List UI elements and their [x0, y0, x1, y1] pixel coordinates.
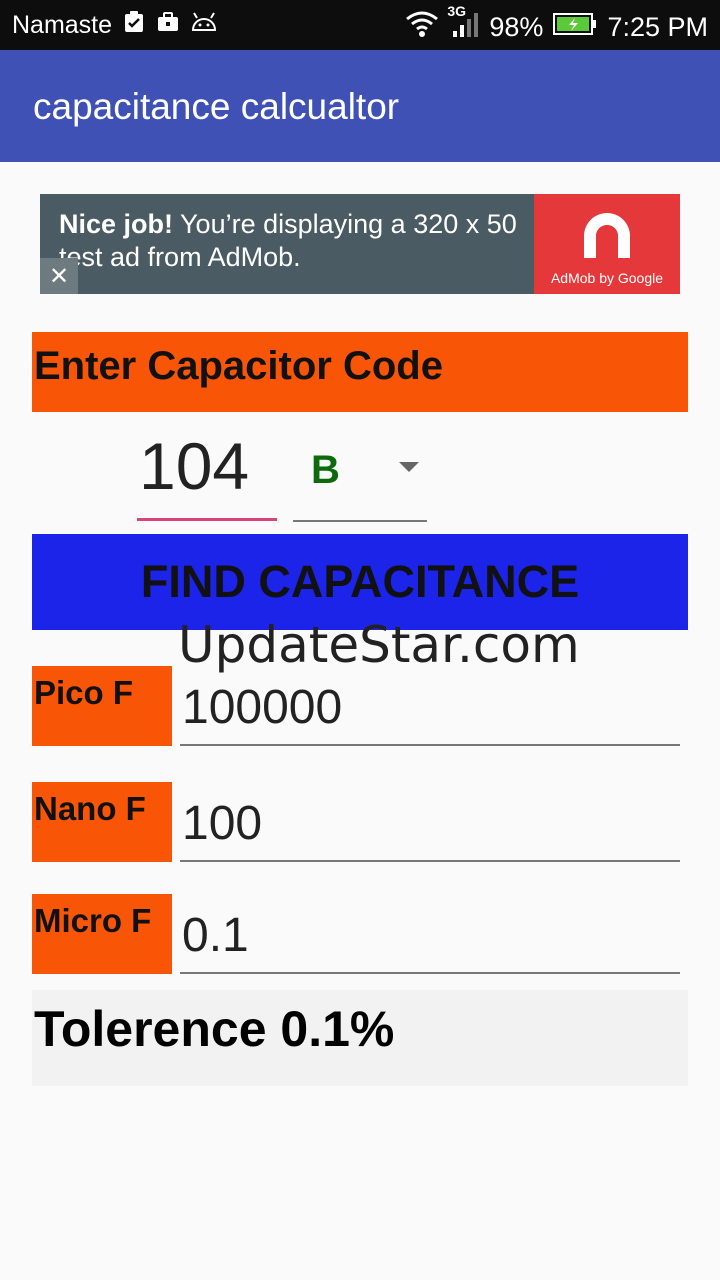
dropdown-arrow-icon [399, 462, 419, 472]
pico-label: Pico F [34, 674, 134, 711]
signal-icon: 3G [447, 3, 479, 46]
tolerance-result-box: Tolerence 0.1% [32, 990, 688, 1086]
clipboard-check-icon [122, 10, 146, 41]
ad-bold-text: Nice job! [59, 209, 174, 239]
clock: 7:25 PM [607, 12, 708, 42]
nano-label-box: Nano F [32, 782, 172, 862]
battery-percent: 98% [489, 12, 544, 42]
status-bar-left: Namaste [12, 10, 218, 41]
tolerance-result: Tolerence 0.1% [34, 1001, 395, 1057]
tolerance-selected-value: B [311, 448, 340, 492]
micro-value-field[interactable]: 0.1 [180, 898, 680, 974]
nano-value: 100 [182, 797, 263, 850]
battery-charging-icon [553, 12, 597, 43]
watermark: UpdateStar.com [178, 616, 580, 674]
admob-logo-icon [584, 213, 630, 258]
status-bar: Namaste 3G 98% 7:25 PM [0, 0, 720, 50]
ad-banner[interactable]: Nice job! You’re displaying a 320 x 50 t… [40, 194, 680, 294]
app-bar: capacitance calcualtor [0, 50, 720, 162]
capacitor-code-input[interactable]: 104 [137, 428, 277, 521]
ad-text: Nice job! You’re displaying a 320 x 50 t… [59, 208, 529, 274]
micro-value: 0.1 [182, 909, 249, 962]
micro-label-box: Micro F [32, 894, 172, 974]
tolerance-dropdown[interactable]: B [293, 440, 427, 522]
carrier-name: Namaste [12, 11, 113, 39]
capacitor-code-value: 104 [139, 429, 250, 503]
nano-label: Nano F [34, 790, 146, 827]
android-icon [190, 10, 218, 41]
nano-value-field[interactable]: 100 [180, 786, 680, 862]
pico-value: 100000 [182, 681, 343, 734]
status-bar-right: 3G 98% 7:25 PM [405, 3, 708, 46]
enter-code-label: Enter Capacitor Code [34, 344, 443, 388]
network-type: 3G [447, 3, 467, 19]
enter-code-header: Enter Capacitor Code [32, 332, 688, 412]
briefcase-icon [156, 10, 180, 41]
pico-value-field[interactable]: 100000 [180, 670, 680, 746]
app-title: capacitance calcualtor [33, 86, 400, 127]
admob-logo: AdMob by Google [534, 194, 680, 294]
micro-label: Micro F [34, 902, 152, 939]
wifi-icon [405, 10, 439, 45]
pico-label-box: Pico F [32, 666, 172, 746]
find-capacitance-label: FIND CAPACITANCE [140, 556, 580, 607]
ad-close-button[interactable]: ✕ [40, 258, 78, 294]
admob-logo-caption: AdMob by Google [550, 270, 664, 286]
